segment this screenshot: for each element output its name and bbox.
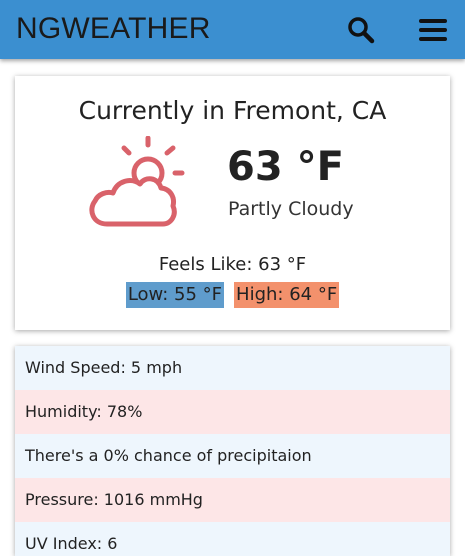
wind-speed-row: Wind Speed: 5 mph [15, 346, 450, 390]
top-navbar: NGWEATHER [0, 0, 465, 59]
current-temperature: 63 °F [227, 144, 344, 190]
location-title: Currently in Fremont, CA [78, 96, 387, 125]
current-weather-card: Currently in Fremont, CA 63 °F Partly Cl… [15, 76, 450, 330]
low-temperature-badge: Low: 55 °F [125, 282, 225, 308]
app-brand[interactable]: NGWEATHER [16, 11, 211, 47]
weather-details-list: Wind Speed: 5 mph Humidity: 78% There's … [15, 346, 450, 556]
partly-cloudy-icon [89, 136, 185, 227]
humidity-row: Humidity: 78% [15, 390, 450, 434]
hamburger-menu-icon [419, 19, 447, 41]
weather-condition: Partly Cloudy [228, 198, 354, 220]
menu-button[interactable] [416, 13, 450, 47]
precipitation-row: There's a 0% chance of precipitaion [15, 434, 450, 478]
uv-index-row: UV Index: 6 [15, 522, 450, 556]
high-temperature-badge: High: 64 °F [234, 282, 340, 308]
search-button[interactable] [344, 13, 378, 47]
pressure-row: Pressure: 1016 mmHg [15, 478, 450, 522]
search-icon [348, 17, 375, 44]
feels-like: Feels Like: 63 °F [158, 254, 307, 275]
temperature-range: Low: 55 °F High: 64 °F [15, 282, 450, 308]
